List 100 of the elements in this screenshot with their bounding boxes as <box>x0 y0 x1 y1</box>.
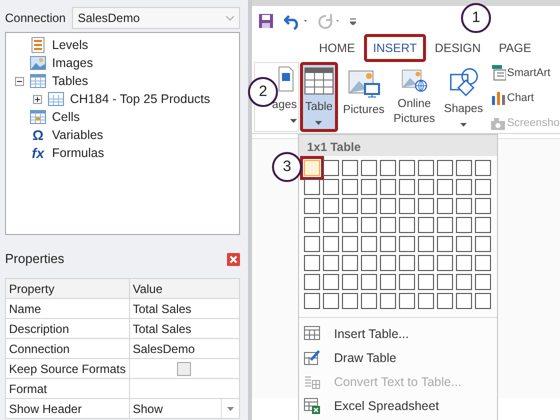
grid-cell[interactable] <box>323 160 339 176</box>
tree-item[interactable]: Cells <box>52 108 80 126</box>
grid-cell[interactable] <box>418 198 434 214</box>
grid-cell[interactable] <box>475 217 491 233</box>
grid-cell[interactable] <box>361 293 377 309</box>
ribbon-button[interactable]: SmartArt <box>490 62 560 84</box>
grid-cell[interactable] <box>475 236 491 252</box>
grid-cell[interactable] <box>304 198 320 214</box>
expander-icon[interactable] <box>15 76 24 86</box>
grid-cell[interactable] <box>323 274 339 290</box>
grid-cell[interactable] <box>380 236 396 252</box>
grid-cell[interactable] <box>380 179 396 195</box>
grid-cell[interactable] <box>304 255 320 271</box>
grid-cell[interactable] <box>456 217 472 233</box>
grid-cell[interactable] <box>380 217 396 233</box>
grid-cell[interactable] <box>475 160 491 176</box>
grid-cell[interactable] <box>342 179 358 195</box>
grid-cell[interactable] <box>399 274 415 290</box>
grid-cell[interactable] <box>304 217 320 233</box>
grid-cell[interactable] <box>399 179 415 195</box>
grid-cell[interactable] <box>399 293 415 309</box>
menu-item[interactable]: Draw Table <box>299 346 497 370</box>
ribbon-tab[interactable]: INSERT <box>364 34 426 62</box>
grid-cell[interactable] <box>323 217 339 233</box>
grid-cell[interactable] <box>437 160 453 176</box>
save-icon[interactable] <box>258 13 274 29</box>
grid-cell[interactable] <box>418 217 434 233</box>
grid-cell[interactable] <box>342 236 358 252</box>
grid-cell[interactable] <box>418 160 434 176</box>
grid-cell[interactable] <box>323 179 339 195</box>
grid-cell[interactable] <box>475 198 491 214</box>
grid-cell[interactable] <box>361 179 377 195</box>
grid-cell[interactable] <box>342 293 358 309</box>
grid-cell[interactable] <box>456 160 472 176</box>
grid-cell[interactable] <box>304 179 320 195</box>
ribbon-tab[interactable]: PAGE <box>490 34 540 62</box>
grid-cell[interactable] <box>437 217 453 233</box>
property-dropdown[interactable]: Show <box>130 399 239 418</box>
grid-cell[interactable] <box>399 236 415 252</box>
ribbon-button[interactable]: Chart <box>490 87 560 109</box>
grid-cell[interactable] <box>456 274 472 290</box>
grid-cell[interactable] <box>437 236 453 252</box>
grid-cell[interactable] <box>361 255 377 271</box>
grid-cell[interactable] <box>399 198 415 214</box>
grid-cell[interactable] <box>361 236 377 252</box>
grid-cell[interactable] <box>342 160 358 176</box>
ribbon-button[interactable]: Pictures <box>338 62 388 132</box>
expander-icon[interactable] <box>33 94 42 104</box>
tree-item[interactable]: Formulas <box>52 144 104 162</box>
grid-cell[interactable] <box>418 293 434 309</box>
menu-item[interactable]: Excel Spreadsheet <box>299 394 497 418</box>
grid-cell[interactable] <box>475 179 491 195</box>
customize-icon[interactable] <box>350 17 356 25</box>
grid-cell[interactable] <box>456 198 472 214</box>
ribbon-button[interactable]: Table <box>300 62 338 132</box>
grid-cell[interactable] <box>437 179 453 195</box>
grid-cell[interactable] <box>380 255 396 271</box>
grid-cell[interactable] <box>475 274 491 290</box>
grid-cell[interactable] <box>361 274 377 290</box>
ribbon-tab[interactable]: HOME <box>310 34 364 62</box>
grid-cell[interactable] <box>380 160 396 176</box>
grid-cell[interactable] <box>342 198 358 214</box>
grid-cell[interactable] <box>323 255 339 271</box>
close-button[interactable] <box>227 252 240 266</box>
grid-cell[interactable] <box>456 236 472 252</box>
grid-cell[interactable] <box>323 236 339 252</box>
grid-cell[interactable] <box>361 198 377 214</box>
ribbon-button[interactable]: Online Pictures <box>389 62 440 132</box>
grid-cell[interactable] <box>437 274 453 290</box>
undo-icon[interactable] <box>284 12 308 30</box>
grid-cell[interactable] <box>456 255 472 271</box>
ribbon-button[interactable]: Shapes <box>440 62 488 132</box>
grid-cell[interactable] <box>342 255 358 271</box>
grid-cell[interactable] <box>304 274 320 290</box>
menu-item[interactable]: Insert Table... <box>299 322 497 346</box>
tree-item[interactable]: CH184 - Top 25 Products <box>70 90 210 108</box>
grid-cell[interactable] <box>437 255 453 271</box>
tree-item[interactable]: Variables <box>52 126 104 144</box>
grid-cell[interactable] <box>380 198 396 214</box>
grid-cell[interactable] <box>361 217 377 233</box>
grid-cell[interactable] <box>418 179 434 195</box>
grid-cell[interactable] <box>437 293 453 309</box>
grid-cell[interactable] <box>456 293 472 309</box>
grid-cell[interactable] <box>361 160 377 176</box>
grid-cell[interactable] <box>342 274 358 290</box>
grid-cell[interactable] <box>418 236 434 252</box>
grid-cell[interactable] <box>380 293 396 309</box>
grid-cell[interactable] <box>342 217 358 233</box>
tree-item[interactable]: Images <box>52 54 93 72</box>
grid-cell[interactable] <box>323 293 339 309</box>
ribbon-tab[interactable]: DESIGN <box>426 34 490 62</box>
grid-cell[interactable] <box>323 198 339 214</box>
grid-cell[interactable] <box>437 198 453 214</box>
grid-cell[interactable] <box>399 255 415 271</box>
grid-cell[interactable] <box>304 236 320 252</box>
grid-cell[interactable] <box>380 274 396 290</box>
grid-cell[interactable] <box>475 293 491 309</box>
tree-item[interactable]: Levels <box>52 36 88 54</box>
checkbox[interactable] <box>177 362 192 376</box>
tree-item[interactable]: Tables <box>52 72 88 90</box>
